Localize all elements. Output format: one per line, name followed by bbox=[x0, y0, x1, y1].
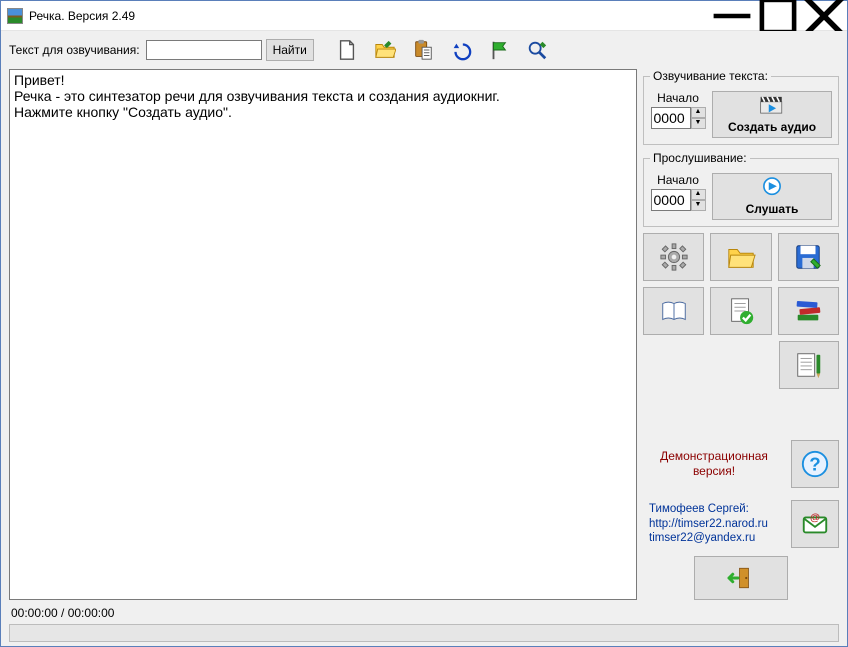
find-button[interactable]: Найти bbox=[266, 39, 314, 61]
play-icon bbox=[759, 177, 785, 200]
email-icon: @ bbox=[800, 509, 830, 539]
save-icon bbox=[793, 242, 823, 272]
tts-start-input[interactable] bbox=[651, 107, 691, 129]
listen-button[interactable]: Слушать bbox=[712, 173, 832, 220]
search-input[interactable] bbox=[146, 40, 262, 60]
button-row-3 bbox=[643, 341, 839, 389]
flag-icon[interactable] bbox=[488, 39, 510, 61]
toolbar-icons bbox=[336, 39, 548, 61]
listen-start-block: Начало ▲ ▼ bbox=[650, 173, 706, 220]
settings-button[interactable] bbox=[643, 233, 704, 281]
create-audio-label: Создать аудио bbox=[728, 120, 816, 134]
notepad-pen-icon bbox=[794, 350, 824, 380]
doc-check-button[interactable] bbox=[710, 287, 771, 335]
contact-url[interactable]: http://timser22.narod.ru bbox=[649, 517, 785, 531]
window-title: Речка. Версия 2.49 bbox=[29, 9, 709, 23]
exit-row bbox=[643, 556, 839, 600]
contact-text: Тимофеев Сергей: http://timser22.narod.r… bbox=[643, 502, 785, 545]
demo-line2: версия! bbox=[643, 464, 785, 479]
client-area: Текст для озвучивания: Найти bbox=[1, 31, 847, 646]
demo-row: Демонстрационная версия! ? bbox=[643, 440, 839, 488]
button-row-2 bbox=[643, 287, 839, 335]
button-row-1 bbox=[643, 233, 839, 281]
undo-icon[interactable] bbox=[450, 39, 472, 61]
open-folder-icon[interactable] bbox=[374, 39, 396, 61]
tts-start-label: Начало bbox=[657, 91, 699, 105]
status-time: 00:00:00 / 00:00:00 bbox=[9, 606, 839, 622]
close-button[interactable] bbox=[801, 1, 847, 30]
search-label: Текст для озвучивания: bbox=[9, 43, 140, 57]
svg-text:?: ? bbox=[809, 454, 820, 475]
folder-icon bbox=[726, 242, 756, 272]
help-icon: ? bbox=[800, 449, 830, 479]
listen-start-up[interactable]: ▲ bbox=[691, 189, 706, 200]
window-controls bbox=[709, 1, 847, 30]
listen-start-input[interactable] bbox=[651, 189, 691, 211]
clapperboard-icon bbox=[759, 95, 785, 118]
maximize-button[interactable] bbox=[755, 1, 801, 30]
main-row: Озвучивание текста: Начало ▲ ▼ bbox=[9, 69, 839, 600]
tts-group: Озвучивание текста: Начало ▲ ▼ bbox=[643, 69, 839, 145]
contact-email[interactable]: timser22@yandex.ru bbox=[649, 531, 785, 545]
listen-group: Прослушивание: Начало ▲ ▼ bbox=[643, 151, 839, 227]
exit-button[interactable] bbox=[694, 556, 788, 600]
books-stack-icon bbox=[793, 296, 823, 326]
book-button[interactable] bbox=[643, 287, 704, 335]
books-button[interactable] bbox=[778, 287, 839, 335]
book-icon bbox=[659, 296, 689, 326]
listen-label: Слушать bbox=[746, 202, 799, 216]
search-icon[interactable] bbox=[526, 39, 548, 61]
exit-icon bbox=[726, 563, 756, 593]
save-button[interactable] bbox=[778, 233, 839, 281]
editor-wrap bbox=[9, 69, 637, 600]
side-panel: Озвучивание текста: Начало ▲ ▼ bbox=[643, 69, 839, 600]
titlebar: Речка. Версия 2.49 bbox=[1, 1, 847, 31]
progress-bar bbox=[9, 624, 839, 642]
paste-icon[interactable] bbox=[412, 39, 434, 61]
app-window: Речка. Версия 2.49 Текст для озвучивания… bbox=[0, 0, 848, 647]
tts-start-down[interactable]: ▼ bbox=[691, 118, 706, 129]
demo-text: Демонстрационная версия! bbox=[643, 449, 785, 479]
notepad-button[interactable] bbox=[779, 341, 839, 389]
demo-line1: Демонстрационная bbox=[643, 449, 785, 464]
listen-legend: Прослушивание: bbox=[650, 151, 750, 165]
document-check-icon bbox=[726, 296, 756, 326]
contact-row: Тимофеев Сергей: http://timser22.narod.r… bbox=[643, 500, 839, 548]
app-icon bbox=[7, 8, 23, 24]
contact-name: Тимофеев Сергей: bbox=[649, 502, 785, 516]
tts-legend: Озвучивание текста: bbox=[650, 69, 771, 83]
toolbar: Текст для озвучивания: Найти bbox=[9, 37, 839, 63]
editor-textarea[interactable] bbox=[9, 69, 637, 600]
listen-start-down[interactable]: ▼ bbox=[691, 200, 706, 211]
listen-start-label: Начало bbox=[657, 173, 699, 187]
minimize-button[interactable] bbox=[709, 1, 755, 30]
email-button[interactable]: @ bbox=[791, 500, 839, 548]
create-audio-button[interactable]: Создать аудио bbox=[712, 91, 832, 138]
tts-start-block: Начало ▲ ▼ bbox=[650, 91, 706, 138]
help-button[interactable]: ? bbox=[791, 440, 839, 488]
svg-text:@: @ bbox=[810, 512, 820, 523]
gear-icon bbox=[659, 242, 689, 272]
open-button[interactable] bbox=[710, 233, 771, 281]
tts-start-up[interactable]: ▲ bbox=[691, 107, 706, 118]
new-file-icon[interactable] bbox=[336, 39, 358, 61]
